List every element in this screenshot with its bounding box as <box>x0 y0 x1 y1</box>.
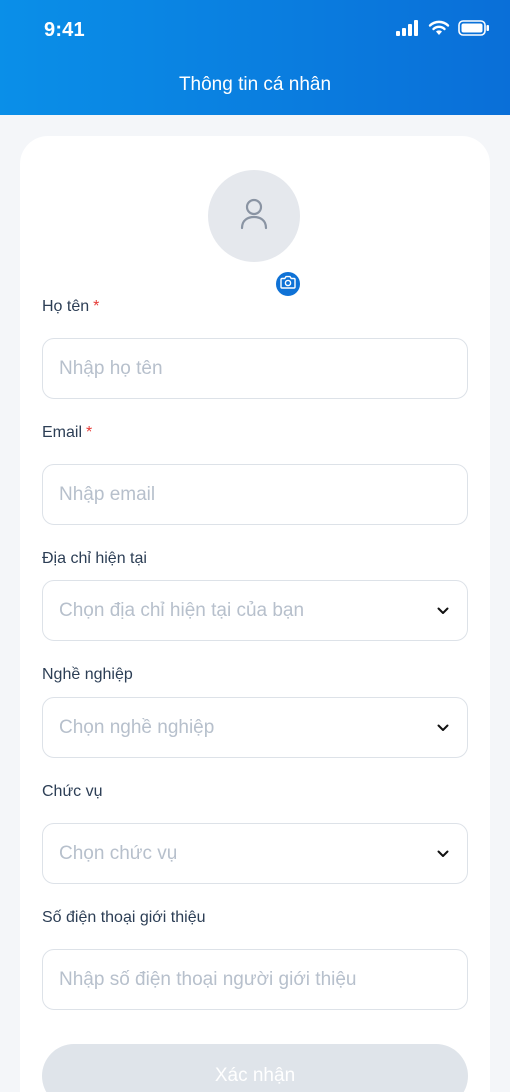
occupation-select[interactable]: Chọn nghề nghiệp <box>42 697 468 758</box>
battery-icon <box>458 19 490 41</box>
confirm-button[interactable]: Xác nhận <box>42 1044 468 1092</box>
full-name-label-text: Họ tên <box>42 298 90 315</box>
page-title: Thông tin cá nhân <box>178 74 332 95</box>
status-icons <box>396 19 490 41</box>
referral-phone-field[interactable] <box>42 949 468 1010</box>
address-label: Địa chỉ hiện tại <box>42 550 147 567</box>
chevron-down-icon <box>437 847 451 861</box>
referral-phone-input[interactable] <box>59 968 451 991</box>
email-field[interactable] <box>42 464 468 525</box>
required-mark: * <box>93 298 100 315</box>
position-select-placeholder: Chọn chức vụ <box>59 842 178 864</box>
email-label-text: Email <box>42 424 83 441</box>
camera-button[interactable] <box>274 270 302 298</box>
address-select-placeholder: Chọn địa chỉ hiện tại của bạn <box>59 599 305 621</box>
position-select[interactable]: Chọn chức vụ <box>42 823 468 884</box>
chevron-down-icon <box>437 721 451 735</box>
status-time: 9:41 <box>44 19 85 41</box>
signal-icon <box>396 19 420 41</box>
profile-form-card: Họ tên* Email* Địa chỉ hiện tại Chọn địa… <box>20 136 490 1092</box>
position-label: Chức vụ <box>42 783 103 800</box>
address-select[interactable]: Chọn địa chỉ hiện tại của bạn <box>42 580 468 641</box>
full-name-field[interactable] <box>42 338 468 399</box>
chevron-down-icon <box>437 604 451 618</box>
occupation-label: Nghề nghiệp <box>42 666 133 683</box>
user-icon <box>239 197 269 236</box>
referral-phone-label: Số điện thoại giới thiệu <box>42 909 206 926</box>
camera-icon <box>280 275 296 294</box>
avatar-picker[interactable] <box>208 170 302 298</box>
full-name-label: Họ tên * <box>42 298 99 316</box>
required-mark: * <box>86 424 93 441</box>
email-label: Email * <box>42 424 92 442</box>
full-name-input[interactable] <box>59 357 451 380</box>
email-input[interactable] <box>59 483 451 506</box>
avatar[interactable] <box>208 170 300 262</box>
header-bar: 9:41 Thông tin cá nhân <box>0 0 510 115</box>
occupation-select-placeholder: Chọn nghề nghiệp <box>59 716 215 738</box>
wifi-icon <box>428 20 450 41</box>
